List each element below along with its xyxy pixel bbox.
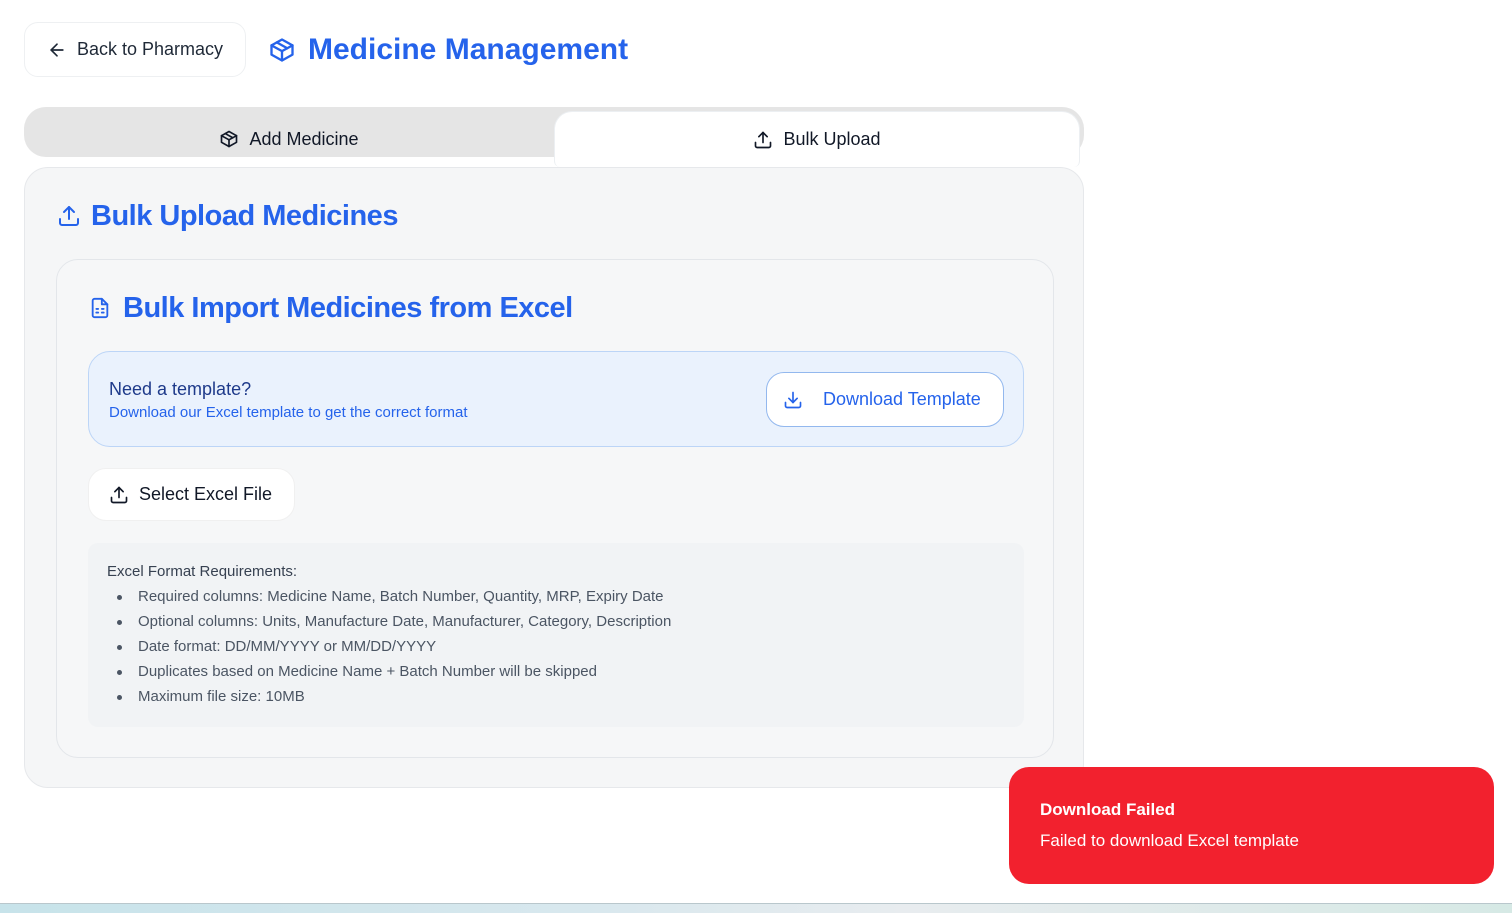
package-icon <box>219 129 239 149</box>
tab-bulk-upload-label: Bulk Upload <box>783 129 881 149</box>
tab-bulk-upload[interactable]: Bulk Upload <box>554 111 1080 167</box>
page-title: Medicine Management <box>268 28 628 72</box>
requirements-title: Excel Format Requirements: <box>107 563 298 580</box>
back-button-label: Back to Pharmacy <box>77 39 224 59</box>
toast-title: Download Failed <box>1040 800 1176 819</box>
list-item: Duplicates based on Medicine Name + Batc… <box>107 659 1005 684</box>
upload-icon <box>753 130 773 150</box>
package-icon <box>268 36 296 64</box>
import-title: Bulk Import Medicines from Excel <box>89 286 573 330</box>
select-excel-file-button[interactable]: Select Excel File <box>88 468 295 521</box>
requirements-list: Required columns: Medicine Name, Batch N… <box>107 584 1005 709</box>
bulk-upload-panel: Bulk Upload Medicines Bulk Import Medici… <box>24 167 1084 788</box>
select-excel-file-label: Select Excel File <box>139 484 273 504</box>
upload-icon <box>57 204 81 228</box>
error-toast[interactable]: Download Failed Failed to download Excel… <box>1009 767 1494 884</box>
template-subtext: Download our Excel template to get the c… <box>109 404 468 421</box>
download-template-button[interactable]: Download Template <box>766 372 1004 427</box>
arrow-left-icon <box>47 40 67 60</box>
format-requirements: Excel Format Requirements: Required colu… <box>88 543 1024 727</box>
tab-add-medicine-label: Add Medicine <box>249 128 359 149</box>
list-item: Optional columns: Units, Manufacture Dat… <box>107 609 1005 634</box>
back-to-pharmacy-button[interactable]: Back to Pharmacy <box>24 22 246 77</box>
download-template-label: Download Template <box>823 389 981 409</box>
page-title-text: Medicine Management <box>308 33 629 66</box>
list-item: Maximum file size: 10MB <box>107 684 1005 709</box>
tab-list: Add Medicine Bulk Upload <box>24 107 1084 167</box>
list-item: Required columns: Medicine Name, Batch N… <box>107 584 1005 609</box>
template-callout: Need a template? Download our Excel temp… <box>88 351 1024 447</box>
upload-icon <box>109 485 129 505</box>
section-title-text: Bulk Upload Medicines <box>91 199 398 232</box>
tab-add-medicine[interactable]: Add Medicine <box>24 107 554 157</box>
import-title-text: Bulk Import Medicines from Excel <box>123 291 573 324</box>
list-item: Date format: DD/MM/YYYY or MM/DD/YYYY <box>107 634 1005 659</box>
taskbar-edge <box>0 903 1512 913</box>
spreadsheet-file-icon <box>89 296 111 320</box>
import-card: Bulk Import Medicines from Excel Need a … <box>56 259 1054 758</box>
download-icon <box>783 390 803 410</box>
section-title: Bulk Upload Medicines <box>57 196 398 236</box>
template-heading: Need a template? <box>109 379 252 399</box>
page: Back to Pharmacy Medicine Management Add… <box>0 0 1512 913</box>
toast-description: Failed to download Excel template <box>1040 831 1299 850</box>
